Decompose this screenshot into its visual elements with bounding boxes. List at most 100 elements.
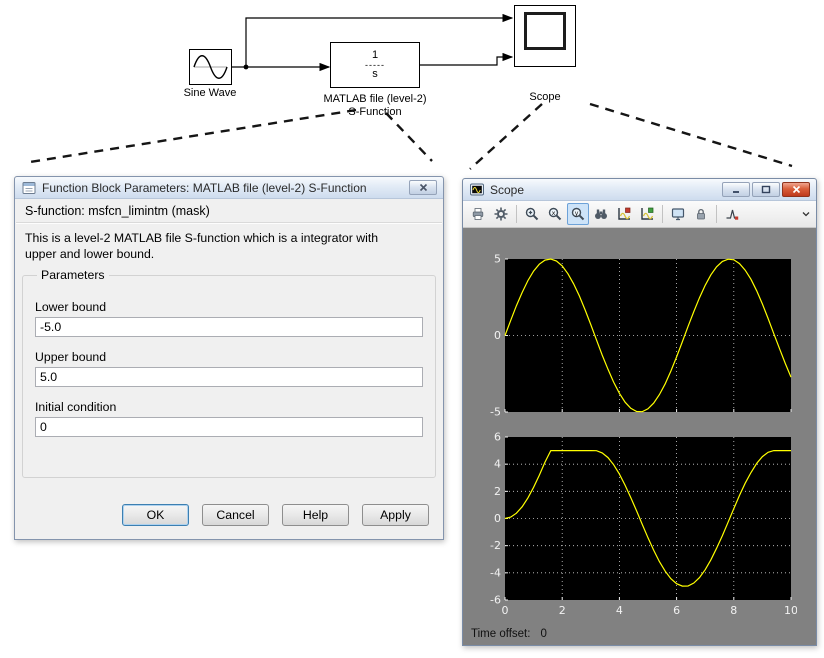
apply-button[interactable]: Apply bbox=[362, 504, 429, 526]
floating-scope-button[interactable] bbox=[667, 203, 689, 225]
function-block-parameters-dialog: Function Block Parameters: MATLAB file (… bbox=[14, 176, 444, 540]
print-icon bbox=[472, 208, 484, 220]
zoom-y-button[interactable]: y bbox=[567, 203, 589, 225]
svg-text:6: 6 bbox=[494, 432, 501, 444]
mask-description-line2: upper and lower bound. bbox=[25, 247, 155, 261]
wire-sfunction-to-scope bbox=[420, 52, 514, 66]
time-offset: Time offset: 0 bbox=[471, 628, 547, 640]
dialog-close-button[interactable] bbox=[409, 180, 437, 195]
time-offset-value: 0 bbox=[540, 628, 547, 640]
dialog-icon bbox=[22, 181, 36, 194]
zoom-button[interactable] bbox=[521, 203, 543, 225]
scope-titlebar: Scope bbox=[463, 179, 816, 201]
maximize-icon bbox=[761, 185, 771, 194]
chevron-down-icon bbox=[802, 212, 810, 217]
branch-point bbox=[243, 64, 249, 70]
callout-dash-right-2 bbox=[589, 102, 793, 168]
svg-text:0: 0 bbox=[494, 329, 501, 342]
gear-icon bbox=[494, 207, 508, 221]
initial-condition-field[interactable] bbox=[35, 417, 423, 437]
divider bbox=[16, 222, 442, 224]
autoscale-button[interactable] bbox=[590, 203, 612, 225]
zoom-icon bbox=[525, 207, 539, 221]
toolbar-separator bbox=[662, 205, 663, 223]
lock-icon bbox=[697, 208, 705, 220]
scope-window-title: Scope bbox=[490, 182, 525, 197]
callout-dash-right-1 bbox=[469, 103, 543, 170]
close-button[interactable] bbox=[782, 182, 810, 197]
upper-bound-field[interactable] bbox=[35, 367, 423, 387]
help-button[interactable]: Help bbox=[282, 504, 349, 526]
sine-wave-icon bbox=[193, 55, 228, 79]
sine-wave-block[interactable] bbox=[189, 49, 232, 85]
dialog-titlebar: Function Block Parameters: MATLAB file (… bbox=[15, 177, 443, 199]
parameters-group: Parameters Lower bound Upper bound Initi… bbox=[22, 268, 436, 478]
sfunction-denominator: s bbox=[372, 68, 378, 80]
toolbar-separator bbox=[516, 205, 517, 223]
binoculars-icon bbox=[595, 209, 607, 219]
parameters-group-label: Parameters bbox=[41, 268, 105, 282]
scope-block[interactable] bbox=[514, 5, 576, 67]
svg-text:0: 0 bbox=[502, 604, 509, 617]
scope-toolbar: x y bbox=[463, 201, 816, 228]
minimize-button[interactable] bbox=[722, 182, 750, 197]
s-function-label-line1: MATLAB file (level-2) bbox=[323, 93, 427, 105]
svg-text:y: y bbox=[575, 209, 579, 217]
lower-bound-label: Lower bound bbox=[35, 300, 107, 314]
s-function-label: MATLAB file (level-2) S-Function bbox=[303, 93, 447, 119]
lock-axes-button[interactable] bbox=[690, 203, 712, 225]
signal-selection-icon bbox=[726, 209, 739, 220]
dialog-body: S-function: msfcn_limintm (mask) This is… bbox=[15, 199, 443, 539]
scope-block-label: Scope bbox=[529, 91, 561, 103]
svg-text:4: 4 bbox=[616, 604, 623, 617]
toolbar-overflow-chevron[interactable] bbox=[802, 210, 810, 218]
print-button[interactable] bbox=[467, 203, 489, 225]
lower-bound-field[interactable] bbox=[35, 317, 423, 337]
parameters-button[interactable] bbox=[490, 203, 512, 225]
mask-type-label: S-function: msfcn_limintm (mask) bbox=[25, 204, 210, 218]
upper-bound-label: Upper bound bbox=[35, 350, 107, 364]
zoom-x-button[interactable]: x bbox=[544, 203, 566, 225]
callout-dash-left-2 bbox=[385, 112, 433, 162]
s-function-label-line2: S-Function bbox=[348, 106, 402, 118]
cancel-button[interactable]: Cancel bbox=[202, 504, 269, 526]
svg-text:6: 6 bbox=[673, 604, 680, 617]
dialog-button-row: OK Cancel Help Apply bbox=[122, 504, 429, 526]
scope-window-icon bbox=[470, 183, 484, 195]
signal-selection-button[interactable] bbox=[721, 203, 743, 225]
svg-text:-6: -6 bbox=[490, 594, 501, 607]
mask-description-line1: This is a level-2 MATLAB file S-function… bbox=[25, 231, 379, 245]
scope-axes-bottom: -6 -4 -2 0 2 4 6 0 2 4 6 8 10 bbox=[490, 432, 797, 617]
minimize-icon bbox=[733, 191, 739, 193]
ok-button[interactable]: OK bbox=[122, 504, 189, 526]
svg-text:8: 8 bbox=[730, 604, 737, 617]
close-icon bbox=[419, 183, 427, 192]
toolbar-separator bbox=[716, 205, 717, 223]
svg-text:0: 0 bbox=[494, 512, 501, 525]
scope-plot-canvas: -5 0 5 -6 -4 -2 0 2 4 6 0 2 4 6 8 10 Time offset: 0 bbox=[463, 228, 816, 645]
sine-wave-label: Sine Wave bbox=[183, 87, 237, 99]
maximize-button[interactable] bbox=[752, 182, 780, 197]
scope-axes-top: -5 0 5 bbox=[490, 254, 792, 419]
svg-text:-4: -4 bbox=[490, 566, 501, 579]
s-function-block[interactable]: 1 ----- s bbox=[330, 42, 420, 88]
svg-text:-2: -2 bbox=[490, 539, 501, 552]
dialog-title: Function Block Parameters: MATLAB file (… bbox=[42, 180, 367, 195]
svg-text:5: 5 bbox=[494, 254, 501, 266]
svg-text:4: 4 bbox=[494, 458, 501, 471]
mask-description: This is a level-2 MATLAB file S-function… bbox=[25, 230, 433, 262]
svg-text:2: 2 bbox=[494, 485, 501, 498]
window-controls bbox=[722, 182, 810, 197]
zoom-x-icon: x bbox=[548, 207, 562, 221]
save-axes-button[interactable] bbox=[613, 203, 635, 225]
restore-axes-button[interactable] bbox=[636, 203, 658, 225]
svg-text:2: 2 bbox=[559, 604, 566, 617]
restore-axes-icon bbox=[641, 207, 654, 220]
svg-text:-5: -5 bbox=[490, 406, 501, 419]
close-icon bbox=[792, 185, 800, 194]
initial-condition-label: Initial condition bbox=[35, 400, 117, 414]
time-offset-label: Time offset: bbox=[471, 628, 531, 640]
save-axes-icon bbox=[618, 207, 631, 220]
scope-window: Scope x y -5 0 5 -6 -4 -2 0 2 4 6 0 2 4 … bbox=[462, 178, 817, 646]
svg-text:10: 10 bbox=[784, 604, 797, 617]
